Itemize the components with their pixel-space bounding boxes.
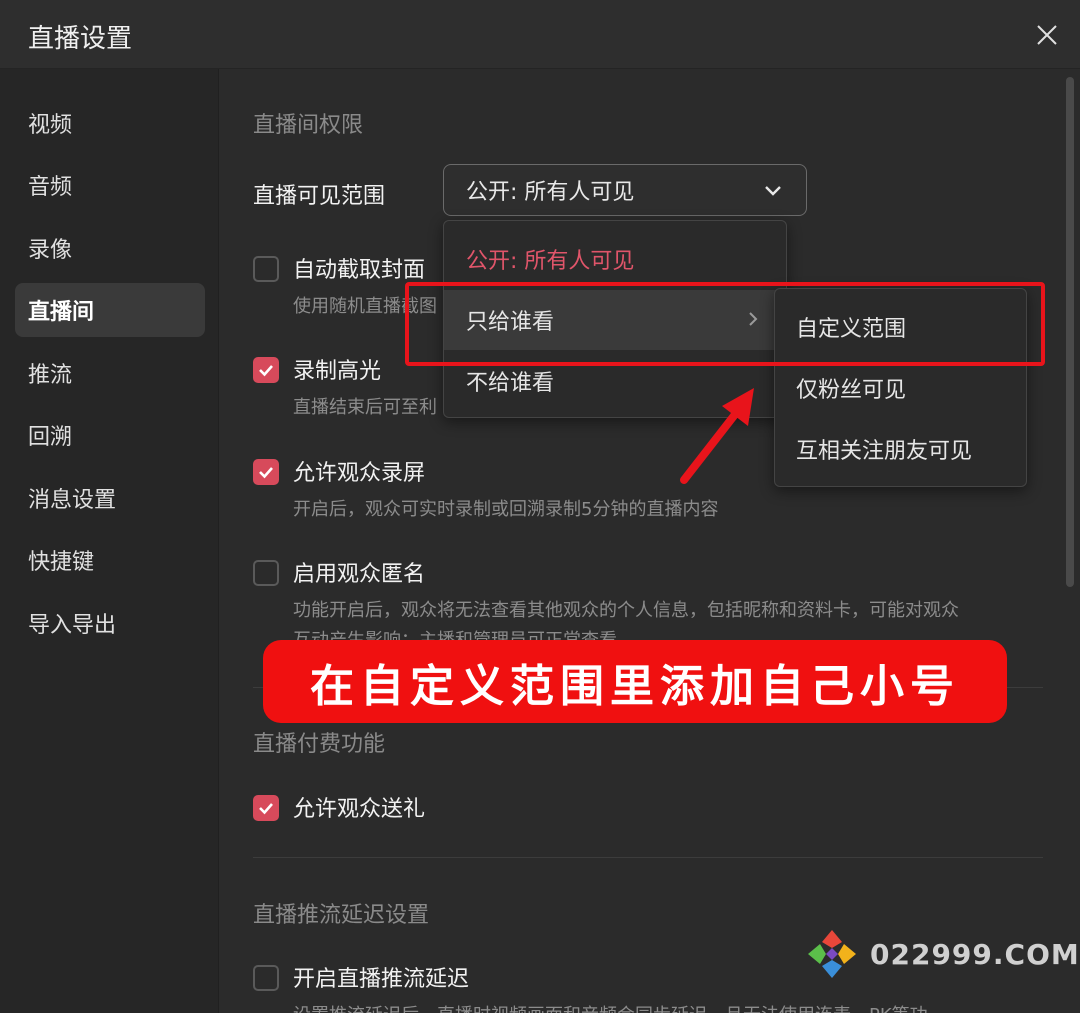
red-arrow-icon <box>680 388 754 484</box>
stream-delay-desc: 设置推流延迟后，直播时视频画面和音频会同步延迟，且无法使用连麦、PK等功 <box>293 1001 928 1013</box>
watermark-text: 022999.COM <box>870 938 1080 971</box>
section-title-delay: 直播推流延迟设置 <box>253 903 430 928</box>
auto-cover-label: 自动截取封面 <box>293 258 426 283</box>
close-icon[interactable] <box>1032 20 1062 50</box>
anonymous-label: 启用观众匿名 <box>293 562 426 587</box>
check-icon <box>259 803 273 815</box>
sidebar-item-messages[interactable]: 消息设置 <box>15 471 205 525</box>
annotation-banner: 在自定义范围里添加自己小号 <box>263 640 1007 723</box>
scrollbar[interactable] <box>1066 77 1074 587</box>
submenu-item-mutual-friends[interactable]: 互相关注朋友可见 <box>775 419 1024 479</box>
section-title-paid: 直播付费功能 <box>253 732 386 757</box>
title-bar: 直播设置 <box>0 0 1080 69</box>
submenu-item-custom-range[interactable]: 自定义范围 <box>775 297 1024 357</box>
sidebar-item-shortcuts[interactable]: 快捷键 <box>15 533 205 587</box>
window-title: 直播设置 <box>28 24 133 54</box>
section-title-permissions: 直播间权限 <box>253 113 364 138</box>
visibility-submenu: 自定义范围 仅粉丝可见 互相关注朋友可见 <box>774 288 1027 487</box>
settings-content: 直播间权限 直播可见范围 公开: 所有人可见 自动截取封面 使用随机直播截图 录… <box>219 69 1080 1013</box>
sidebar-item-video[interactable]: 视频 <box>15 96 205 150</box>
visibility-select-value: 公开: 所有人可见 <box>466 180 635 205</box>
visibility-select[interactable]: 公开: 所有人可见 <box>443 164 807 216</box>
sidebar: 视频 音频 录像 直播间 推流 回溯 消息设置 快捷键 导入导出 <box>0 69 219 1013</box>
stream-delay-checkbox[interactable] <box>253 965 279 991</box>
auto-cover-checkbox[interactable] <box>253 256 279 282</box>
sidebar-item-import-export[interactable]: 导入导出 <box>15 596 205 650</box>
dropdown-item-only-show-to-label: 只给谁看 <box>466 310 555 335</box>
allow-record-desc: 开启后，观众可实时录制或回溯录制5分钟的直播内容 <box>293 499 719 520</box>
visibility-label: 直播可见范围 <box>253 184 386 209</box>
sidebar-item-stream[interactable]: 推流 <box>15 346 205 400</box>
check-icon <box>259 467 273 479</box>
record-highlight-desc: 直播结束后可至利 <box>293 397 437 418</box>
divider <box>253 857 1043 858</box>
chevron-right-icon <box>749 312 758 326</box>
sidebar-item-audio[interactable]: 音频 <box>15 158 205 212</box>
sidebar-item-replay[interactable]: 回溯 <box>15 408 205 462</box>
chevron-down-icon <box>765 186 781 196</box>
anonymous-desc: 功能开启后，观众将无法查看其他观众的个人信息，包括昵称和资料卡，可能对观众 <box>293 600 959 621</box>
watermark: 022999.COM <box>806 928 1079 984</box>
record-highlight-checkbox[interactable] <box>253 357 279 383</box>
allow-gift-label: 允许观众送礼 <box>293 797 426 822</box>
allow-record-checkbox[interactable] <box>253 459 279 485</box>
sidebar-item-recording[interactable]: 录像 <box>15 221 205 275</box>
allow-record-label: 允许观众录屏 <box>293 461 426 486</box>
record-highlight-label: 录制高光 <box>293 359 382 384</box>
sidebar-item-live-room[interactable]: 直播间 <box>15 283 205 337</box>
submenu-item-fans-only[interactable]: 仅粉丝可见 <box>775 358 1024 418</box>
watermark-logo-icon <box>808 930 856 978</box>
stream-delay-label: 开启直播推流延迟 <box>293 967 470 992</box>
check-icon <box>259 365 273 377</box>
dropdown-item-only-show-to[interactable]: 只给谁看 <box>444 290 784 350</box>
allow-gift-checkbox[interactable] <box>253 795 279 821</box>
auto-cover-desc: 使用随机直播截图 <box>293 296 437 317</box>
dropdown-item-public[interactable]: 公开: 所有人可见 <box>444 229 784 289</box>
anonymous-checkbox[interactable] <box>253 560 279 586</box>
